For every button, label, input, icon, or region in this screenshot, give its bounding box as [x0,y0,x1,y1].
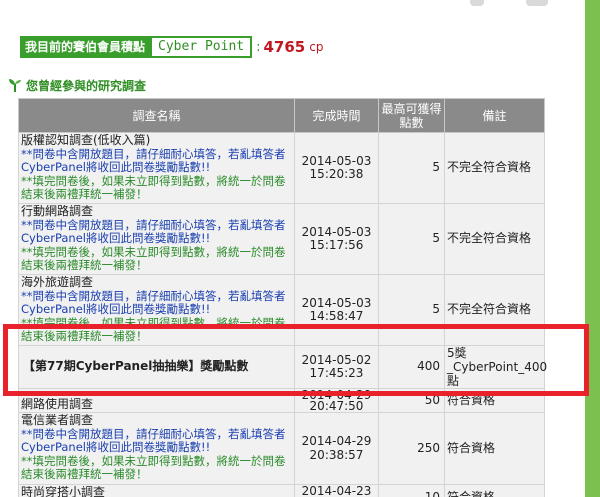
survey-points-note: **填完問卷後，如果未立即得到點數，將統一於問卷結束後兩禮拜統一補發！ [21,244,286,272]
header-completed-time: 完成時間 [294,98,379,133]
section-title-text: 您曾經參與的研究調查 [26,78,147,93]
survey-points-note: **填完問卷後，如果未立即得到點數，將統一於問卷結束後兩禮拜統一補發！ [21,173,286,201]
remark-cell: 不完全符合資格 [444,203,545,275]
completed-time-cell: 2014-05-03 15:20:38 [294,132,379,204]
header-max-points: 最高可獲得點數 [378,98,445,133]
points-cell: 5 [378,132,445,204]
member-points-bar: 我目前的賽伯會員積點 Cyber Point : 4765 cp [20,36,323,58]
highlight-annotation-box [3,324,589,396]
survey-open-question-note: **問卷中含開放題目，請仔細耐心填答，若亂填答者CyberPanel將收回此問卷… [21,146,286,174]
points-value: 4765 [263,38,306,56]
survey-name-cell: 版權認知調查(低收入篇) **問卷中含開放題目，請仔細耐心填答，若亂填答者Cyb… [18,132,295,204]
sprout-icon [9,79,21,92]
header-remarks: 備註 [444,98,545,133]
survey-name-cell: 時尚穿搭小調查 [18,484,295,497]
remark-cell: 不完全符合資格 [444,132,545,204]
table-row: 行動網路調查 **問卷中含開放題目，請仔細耐心填答，若亂填答者CyberPane… [18,203,545,275]
survey-points-note: **填完問卷後，如果未立即得到點數，將統一於問卷結束後兩禮拜統一補發！ [21,453,286,481]
cyber-point-badge: Cyber Point [150,36,253,58]
survey-open-question-note: **問卷中含開放題目，請仔細耐心填答，若亂填答者CyberPanel將收回此問卷… [21,426,286,454]
completed-date: 2014-05-03 [301,224,372,239]
table-header-row: 調查名稱 完成時間 最高可獲得點數 備註 [18,98,545,133]
survey-title[interactable]: 電信業者調查 [21,414,292,428]
survey-history-table: 調查名稱 完成時間 最高可獲得點數 備註 版權認知調查(低收入篇) **問卷中含… [18,98,547,497]
survey-title[interactable]: 網路使用調查 [21,398,292,412]
survey-open-question-note: **問卷中含開放題目，請仔細耐心填答，若亂填答者CyberPanel將收回此問卷… [21,217,286,245]
points-label: 我目前的賽伯會員積點 [20,36,151,58]
table-row: 版權認知調查(低收入篇) **問卷中含開放題目，請仔細耐心填答，若亂填答者Cyb… [18,132,545,204]
right-green-border [585,0,600,497]
survey-title[interactable]: 版權認知調查(低收入篇) [21,134,292,148]
header-survey-name: 調查名稱 [18,98,295,133]
completed-date: 2014-05-03 [301,153,372,168]
points-cell: 250 [378,412,445,485]
completed-time-cell: 2014-04-23 [294,484,379,497]
points-unit: cp [309,40,324,54]
table-row: 時尚穿搭小調查 2014-04-23 10 符合資格 [18,484,545,497]
remark-cell: 符合資格 [444,484,545,497]
completed-date: 2014-04-29 [301,434,372,448]
completed-clock: 20:38:57 [309,447,364,462]
top-decoration [470,0,560,12]
survey-open-question-note: **問卷中含開放題目，請仔細耐心填答，若亂填答者CyberPanel將收回此問卷… [21,288,286,316]
remark-cell: 符合資格 [444,412,545,485]
completed-time-cell: 2014-05-03 15:17:56 [294,203,379,275]
points-cell: 10 [378,484,445,497]
completed-clock: 15:17:56 [309,238,364,252]
survey-title[interactable]: 時尚穿搭小調查 [21,486,292,497]
completed-clock: 14:58:47 [309,309,364,323]
completed-clock: 20:47:50 [309,398,364,413]
section-title: 您曾經參與的研究調查 [8,76,146,94]
completed-date: 2014-05-03 [301,295,372,310]
completed-clock: 15:20:38 [309,167,364,181]
survey-name-cell: 電信業者調查 **問卷中含開放題目，請仔細耐心填答，若亂填答者CyberPane… [18,412,295,485]
points-colon: : [256,39,261,55]
completed-time-cell: 2014-04-29 20:38:57 [294,412,379,485]
table-row: 電信業者調查 **問卷中含開放題目，請仔細耐心填答，若亂填答者CyberPane… [18,412,545,485]
completed-date: 2014-04-23 [301,484,372,497]
survey-name-cell: 行動網路調查 **問卷中含開放題目，請仔細耐心填答，若亂填答者CyberPane… [18,203,295,275]
survey-title[interactable]: 海外旅遊調查 [21,276,292,290]
points-cell: 5 [378,203,445,275]
survey-title[interactable]: 行動網路調查 [21,205,292,219]
